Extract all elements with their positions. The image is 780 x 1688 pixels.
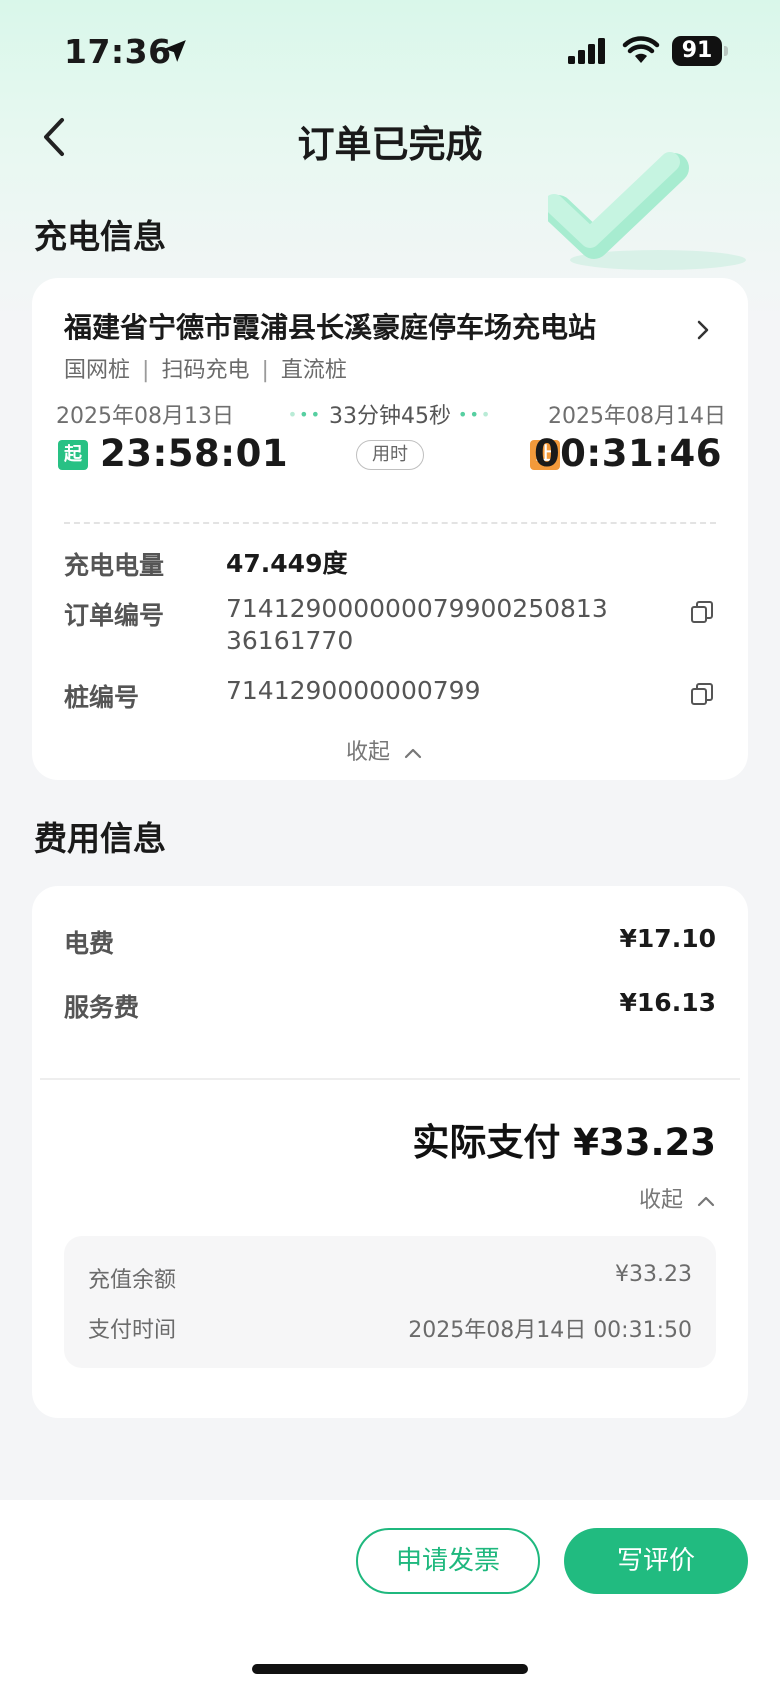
order-number-line2: 36161770 (226, 626, 354, 655)
bottom-action-bar: 申请发票 写评价 (0, 1500, 780, 1688)
chevron-up-icon (404, 748, 422, 759)
tag-dc-pile: 直流桩 (280, 358, 347, 383)
start-badge: 起 (58, 440, 88, 470)
battery-level: 91 (672, 36, 722, 66)
end-time: 00:31:46 (533, 432, 722, 475)
used-time-pill: 用时 (356, 440, 424, 470)
start-time: 23:58:01 (100, 432, 289, 475)
fee-info-card: 电费 ¥17.10 服务费 ¥16.13 实际支付 ¥33.23 收起 充值余额… (32, 886, 748, 1418)
request-invoice-button[interactable]: 申请发票 (356, 1528, 540, 1594)
electric-fee-label: 电费 (64, 929, 115, 958)
write-review-button[interactable]: 写评价 (564, 1528, 748, 1594)
chevron-up-icon (697, 1196, 715, 1207)
charging-info-card: 福建省宁德市霞浦县长溪豪庭停车场充电站 国网桩 | 扫码充电 | 直流桩 2025年08… (32, 278, 748, 780)
station-name[interactable]: 福建省宁德市霞浦县长溪豪庭停车场充电站 (64, 306, 596, 346)
balance-label: 充值余额 (88, 1268, 177, 1293)
collapse-label: 收起 (638, 1188, 683, 1213)
cellular-signal-icon (568, 38, 605, 64)
pay-time-label: 支付时间 (88, 1318, 177, 1343)
status-bar: 17:36 91 (0, 0, 780, 100)
order-number-line1: 7141290000000799002508​13 (226, 594, 608, 623)
tag-grid-pile: 国网桩 (64, 358, 131, 383)
completed-check-icon (548, 152, 746, 270)
home-indicator[interactable] (252, 1664, 528, 1674)
pile-number-label: 桩编号 (64, 683, 140, 712)
tag-scan-charge: 扫码充电 (161, 358, 250, 383)
dashed-divider (64, 522, 716, 524)
collapse-label: 收起 (346, 740, 391, 765)
pay-time-value: 2025年08月14日 00:31:50 (408, 1318, 692, 1343)
copy-icon[interactable] (690, 682, 714, 706)
fee-section-title: 费用信息 (34, 819, 166, 858)
balance-value: ¥33.23 (615, 1262, 692, 1287)
wifi-icon (622, 36, 660, 63)
energy-value: 47.449度 (226, 549, 348, 578)
service-fee-label: 服务费 (64, 993, 140, 1022)
service-fee-value: ¥16.13 (619, 988, 716, 1017)
fee-divider (40, 1078, 740, 1080)
collapse-charging-button[interactable]: 收起 (346, 734, 423, 766)
order-number-label: 订单编号 (64, 601, 165, 630)
payment-detail-box: 充值余额 ¥33.23 支付时间 2025年08月14日 00:31:50 (64, 1236, 716, 1368)
actual-payment: 实际支付 ¥33.23 (412, 1121, 716, 1164)
electric-fee-value: ¥17.10 (619, 924, 716, 953)
copy-icon[interactable] (690, 600, 714, 624)
collapse-fee-button[interactable]: 收起 (639, 1182, 716, 1214)
duration-text: 33分钟45秒 (329, 404, 451, 429)
charging-section-title: 充电信息 (34, 217, 166, 256)
location-arrow-icon (164, 40, 186, 62)
battery-indicator: 91 (672, 36, 728, 66)
pile-number-value: 7141290000000799 (226, 676, 481, 705)
energy-label: 充电电量 (64, 551, 165, 580)
status-time: 17:36 (64, 32, 172, 71)
end-date: 2025年08月14日 (548, 404, 726, 429)
station-tags: 国网桩 | 扫码充电 | 直流桩 (64, 358, 347, 383)
chevron-right-icon[interactable] (696, 318, 710, 342)
